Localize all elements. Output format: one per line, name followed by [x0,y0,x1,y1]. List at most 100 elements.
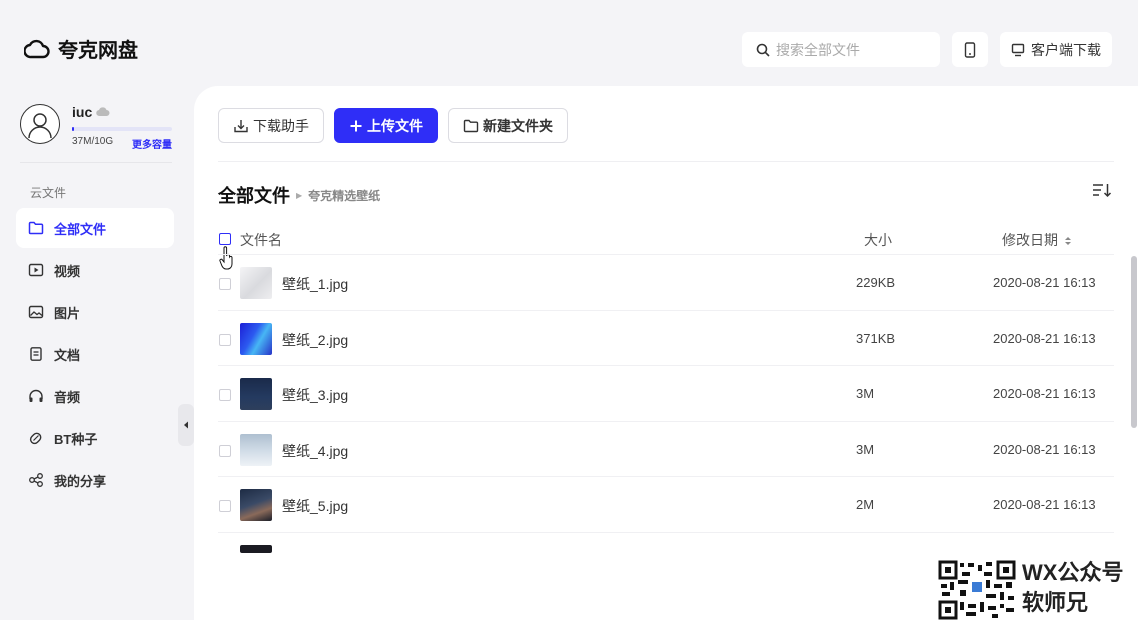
storage-quota-text: 37M/10G [72,136,114,147]
caret-left-icon [184,421,188,429]
file-date: 2020-08-21 16:13 [993,497,1096,512]
sidebar-item-label: 音频 [54,389,81,405]
video-icon [28,263,44,277]
sort-toggle[interactable] [1092,182,1112,201]
file-size: 371KB [856,330,896,346]
row-checkbox[interactable] [219,278,231,290]
more-capacity-link[interactable]: 更多容量 [132,136,172,151]
sidebar-item-label: 文档 [54,347,81,363]
file-name[interactable]: 壁纸_2.jpg [282,330,348,350]
column-header-size[interactable]: 大小 [864,230,892,250]
cloud-badge-icon [96,107,110,117]
qr-code-icon [938,560,1016,620]
search-icon [756,43,770,57]
file-date: 2020-08-21 16:13 [993,441,1096,457]
file-thumbnail [240,267,272,299]
avatar[interactable] [20,104,60,144]
breadcrumb-separator-icon: ▶ [296,190,303,200]
upload-file-button[interactable]: 上传文件 [334,108,438,143]
app-name: 夸克网盘 [58,40,138,62]
download-icon [234,119,248,132]
username: iuc [72,104,93,120]
file-date: 2020-08-21 16:13 [993,275,1096,290]
row-checkbox[interactable] [219,333,231,346]
watermark: WX公众号 软师兄 [938,560,1123,620]
file-thumbnail [240,544,272,553]
scrollbar[interactable] [1131,256,1137,428]
monitor-icon [1011,43,1025,56]
sidebar-item-label: 全部文件 [54,221,107,237]
file-name[interactable]: 壁纸_3.jpg [282,385,348,405]
bt-seed-icon [29,432,42,445]
new-folder-label: 新建文件夹 [483,117,553,134]
document-icon [30,347,42,361]
sidebar-item-all-files[interactable]: 全部文件 [16,208,174,248]
sort-list-icon [1093,184,1112,198]
file-name[interactable]: 壁纸_5.jpg [282,496,348,516]
main-panel: 下载助手 上传文件 新建文件夹 全部文件 ▶ 夸克精选壁纸 文件名 大小 修改日… [194,86,1138,620]
sidebar-collapse-handle[interactable] [178,404,194,446]
select-all-checkbox[interactable] [219,233,231,245]
folder-add-icon [463,119,479,132]
phone-icon [964,41,976,58]
sort-arrows-icon [1064,237,1071,246]
storage-quota-fill [72,127,74,131]
client-download-button[interactable]: 客户端下载 [1000,32,1112,67]
file-name[interactable]: 壁纸_1.jpg [282,274,348,294]
table-row[interactable]: 壁纸_5.jpg 2M 2020-08-21 16:13 [218,476,1114,532]
sidebar-item-my-shares[interactable]: 我的分享 [16,460,174,500]
sidebar-item-audio[interactable]: 音频 [16,376,174,416]
file-thumbnail [240,322,272,355]
sidebar-item-label: 视频 [54,263,81,279]
column-header-name[interactable]: 文件名 [240,230,282,250]
file-size: 2M [856,497,875,512]
watermark-line1: WX公众号 [1022,560,1124,585]
download-helper-button[interactable]: 下载助手 [218,108,324,143]
column-header-date[interactable]: 修改日期 [1002,230,1072,250]
upload-file-label: 上传文件 [367,117,423,134]
client-download-label: 客户端下载 [1031,41,1101,58]
file-name[interactable]: 壁纸_4.jpg [282,441,348,461]
file-list: 壁纸_1.jpg 229KB 2020-08-21 16:13 壁纸_2.jpg… [218,254,1114,553]
storage-quota-bar [72,127,172,131]
user-avatar-icon [28,113,52,139]
sidebar-divider [20,162,172,163]
table-row-partial [218,531,1114,553]
sidebar-item-label: 图片 [54,305,81,321]
search-placeholder: 搜索全部文件 [776,41,860,58]
sidebar-item-label: BT种子 [54,431,98,447]
share-icon [29,473,43,487]
search-input[interactable]: 搜索全部文件 [742,32,940,67]
mobile-app-button[interactable] [952,32,988,67]
sidebar-item-label: 我的分享 [54,473,107,489]
image-icon [28,305,44,319]
sidebar-item-bt-seeds[interactable]: BT种子 [16,418,174,458]
table-row[interactable]: 壁纸_1.jpg 229KB 2020-08-21 16:13 [218,254,1114,310]
row-checkbox[interactable] [219,500,231,512]
file-date: 2020-08-21 16:13 [993,386,1096,401]
folder-icon [28,221,44,235]
row-checkbox[interactable] [219,444,231,457]
app-logo[interactable]: 夸克网盘 [24,34,138,63]
column-header-date-label: 修改日期 [1002,232,1058,248]
download-helper-label: 下载助手 [253,117,309,134]
toolbar: 下载助手 上传文件 新建文件夹 [218,108,568,143]
table-row[interactable]: 壁纸_4.jpg 3M 2020-08-21 16:13 [218,420,1114,477]
table-row[interactable]: 壁纸_3.jpg 3M 2020-08-21 16:13 [218,365,1114,421]
table-header: 文件名 大小 修改日期 [218,226,1114,254]
file-size: 229KB [856,275,896,290]
sidebar-section-label: 云文件 [30,186,67,200]
sidebar-item-video[interactable]: 视频 [16,250,174,290]
breadcrumb-root[interactable]: 全部文件 [218,182,290,208]
sidebar-item-images[interactable]: 图片 [16,292,174,332]
toolbar-divider [218,161,1114,162]
sidebar-item-documents[interactable]: 文档 [16,334,174,374]
file-size: 3M [856,386,875,401]
headphones-icon [29,389,43,402]
table-row[interactable]: 壁纸_2.jpg 371KB 2020-08-21 16:13 [218,309,1114,366]
row-checkbox[interactable] [219,389,231,401]
sidebar-nav: 全部文件 视频 图片 文档 音频 BT种子 我的分享 [16,208,174,502]
user-profile: iuc 37M/10G 更多容量 [20,104,172,151]
new-folder-button[interactable]: 新建文件夹 [448,108,568,143]
file-thumbnail [240,433,272,466]
